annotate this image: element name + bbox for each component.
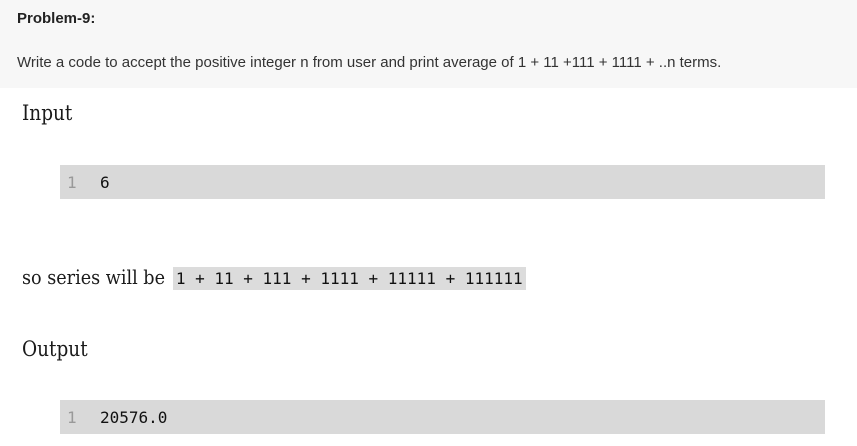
line-number: 1 xyxy=(67,173,77,192)
series-prefix-text: so series will be xyxy=(22,265,165,289)
input-code-block: 1 6 xyxy=(60,165,825,199)
output-heading: Output xyxy=(22,337,88,361)
line-number: 1 xyxy=(67,408,77,427)
output-code-text: 20576.0 xyxy=(100,408,168,427)
series-explanation: so series will be 1 + 11 + 111 + 1111 + … xyxy=(22,265,526,290)
output-code-block: 1 20576.0 xyxy=(60,400,825,434)
input-heading: Input xyxy=(22,101,73,125)
problem-description: Write a code to accept the positive inte… xyxy=(17,54,722,71)
input-code-text: 6 xyxy=(100,173,110,192)
problem-header-band xyxy=(0,0,857,88)
problem-title: Problem-9: xyxy=(17,10,96,27)
series-expression: 1 + 11 + 111 + 1111 + 11111 + 111111 xyxy=(172,267,526,290)
